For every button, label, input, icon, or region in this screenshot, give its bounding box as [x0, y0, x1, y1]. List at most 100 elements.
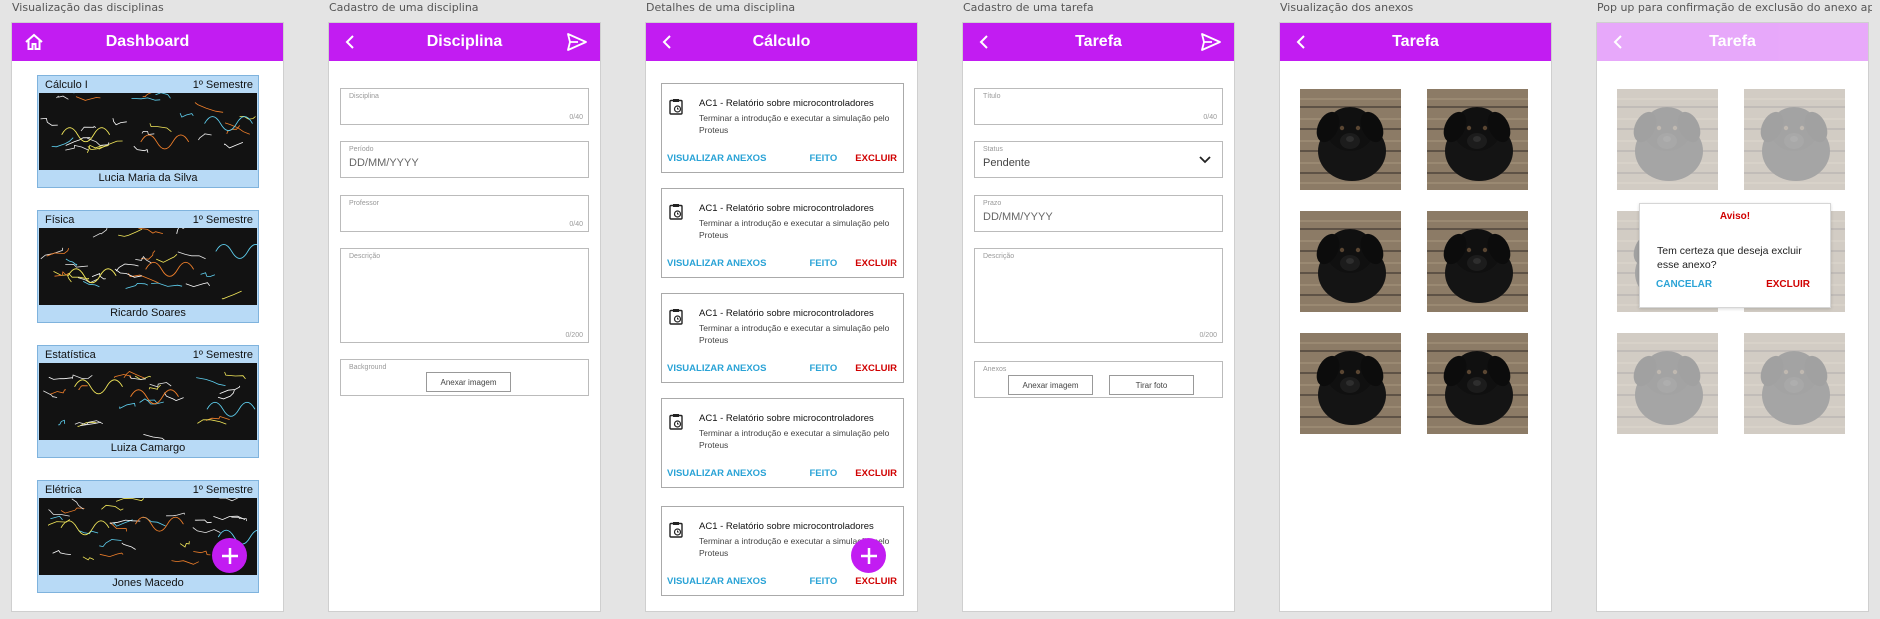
chevron-down-icon: [1199, 156, 1211, 164]
attachment-thumbnail[interactable]: [1427, 333, 1528, 434]
subject-teacher: Luiza Camargo: [110, 442, 186, 454]
plus-icon: [860, 547, 877, 564]
attachment-thumbnail[interactable]: [1300, 211, 1401, 312]
cancel-button[interactable]: CANCELAR: [1656, 279, 1712, 290]
anexos-field: Anexos Anexar imagem Tirar foto: [974, 361, 1223, 398]
mark-done-button[interactable]: FEITO: [809, 576, 837, 587]
attachment-thumbnail[interactable]: [1427, 211, 1528, 312]
date-placeholder: DD/MM/YYYY: [983, 211, 1053, 223]
task-description: Terminar a introdução e executar a simul…: [699, 113, 890, 135]
subject-name: Cálculo I: [45, 78, 88, 91]
send-icon[interactable]: [1200, 32, 1222, 52]
screen-cadastro-disciplina: Disciplina Disciplina 0/40 Período DD/MM…: [328, 22, 601, 612]
subject-semester: 1º Semestre: [192, 348, 253, 361]
disciplina-field[interactable]: Disciplina 0/40: [340, 88, 589, 125]
subject-name: Elétrica: [45, 483, 82, 496]
field-label: Descrição: [983, 253, 1015, 260]
mark-done-button[interactable]: FEITO: [809, 258, 837, 269]
chalk-formulas: [43, 371, 256, 440]
screen-dashboard: Dashboard Cálculo I 1º Semestre Lucia Mar…: [11, 22, 284, 612]
task-card[interactable]: AC1 - Relatório sobre microcontroladores…: [661, 188, 904, 278]
periodo-field[interactable]: Período DD/MM/YYYY: [340, 141, 589, 178]
send-icon[interactable]: [566, 32, 588, 52]
view-attachments-button[interactable]: VISUALIZAR ANEXOS: [667, 576, 809, 587]
prazo-field[interactable]: Prazo DD/MM/YYYY: [974, 195, 1223, 232]
delete-task-button[interactable]: EXCLUIR: [855, 468, 897, 479]
app-bar: Cálculo: [646, 23, 917, 61]
screen-label-cadastro-tarefa: Cadastro de uma tarefa: [963, 1, 1094, 14]
screen-label-anexos: Visualização dos anexos: [1280, 1, 1414, 14]
back-icon[interactable]: [975, 32, 995, 52]
screen-label-disciplinas: Visualização das disciplinas: [12, 1, 164, 14]
back-icon[interactable]: [341, 32, 361, 52]
subject-teacher: Ricardo Soares: [110, 307, 186, 319]
take-photo-button[interactable]: Tirar foto: [1109, 375, 1194, 395]
plus-icon: [221, 547, 238, 564]
screen-label-cadastro-disciplina: Cadastro de uma disciplina: [329, 1, 479, 14]
titulo-field[interactable]: Título 0/40: [974, 88, 1223, 125]
char-counter: 0/40: [569, 221, 583, 228]
back-icon[interactable]: [658, 32, 678, 52]
delete-task-button[interactable]: EXCLUIR: [855, 258, 897, 269]
app-bar: Tarefa: [963, 23, 1234, 61]
task-card[interactable]: AC1 - Relatório sobre microcontroladores…: [661, 398, 904, 488]
subject-semester: 1º Semestre: [192, 78, 253, 91]
delete-task-button[interactable]: EXCLUIR: [855, 153, 897, 164]
chalk-formulas: [40, 93, 256, 153]
home-icon[interactable]: [24, 32, 44, 52]
delete-task-button[interactable]: EXCLUIR: [855, 363, 897, 374]
task-title: AC1 - Relatório sobre microcontroladores: [699, 308, 874, 319]
attachment-thumbnail: [1744, 89, 1845, 190]
attach-image-button[interactable]: Anexar imagem: [1008, 375, 1093, 395]
add-task-button[interactable]: [851, 538, 886, 573]
mark-done-button[interactable]: FEITO: [809, 468, 837, 479]
app-bar: Tarefa: [1280, 23, 1551, 61]
descricao-field[interactable]: Descrição 0/200: [340, 248, 589, 343]
task-clipboard-icon: [669, 414, 683, 430]
date-placeholder: DD/MM/YYYY: [349, 157, 419, 169]
delete-task-button[interactable]: EXCLUIR: [855, 576, 897, 587]
screen-label-detalhes: Detalhes de uma disciplina: [646, 1, 796, 14]
descricao-field[interactable]: Descrição 0/200: [974, 248, 1223, 343]
subject-name: Física: [45, 213, 75, 226]
view-attachments-button[interactable]: VISUALIZAR ANEXOS: [667, 258, 809, 269]
subject-semester: 1º Semestre: [192, 483, 253, 496]
chalkboard-image: [39, 363, 257, 440]
chalkboard-image: [39, 228, 257, 305]
chalk-formulas: [40, 228, 257, 300]
field-label: Status: [983, 146, 1003, 153]
status-select[interactable]: Status Pendente: [974, 141, 1223, 178]
page-title: Disciplina: [426, 33, 503, 50]
subject-card[interactable]: Física 1º Semestre Ricardo Soares: [37, 210, 259, 323]
view-attachments-button[interactable]: VISUALIZAR ANEXOS: [667, 153, 809, 164]
char-counter: 0/40: [1203, 114, 1217, 121]
task-card[interactable]: AC1 - Relatório sobre microcontroladores…: [661, 83, 904, 173]
view-attachments-button[interactable]: VISUALIZAR ANEXOS: [667, 363, 809, 374]
screen-cadastro-tarefa: Tarefa Título 0/40 Status Pendente Prazo…: [962, 22, 1235, 612]
attachment-thumbnail: [1617, 89, 1718, 190]
task-clipboard-icon: [669, 204, 683, 220]
subject-name: Estatística: [45, 348, 96, 361]
app-bar: Dashboard: [12, 23, 283, 61]
subject-card[interactable]: Cálculo I 1º Semestre Lucia Maria da Silv…: [37, 75, 259, 188]
back-icon[interactable]: [1292, 32, 1312, 52]
subject-card[interactable]: Elétrica 1º Semestre Jones Macedo: [37, 480, 259, 593]
attachment-thumbnail[interactable]: [1300, 333, 1401, 434]
attach-image-button[interactable]: Anexar imagem: [426, 372, 511, 392]
mark-done-button[interactable]: FEITO: [809, 363, 837, 374]
chalkboard-image: [39, 93, 257, 170]
mark-done-button[interactable]: FEITO: [809, 153, 837, 164]
professor-field[interactable]: Professor 0/40: [340, 195, 589, 232]
task-description: Terminar a introdução e executar a simul…: [699, 218, 890, 240]
confirm-delete-button[interactable]: EXCLUIR: [1766, 279, 1810, 290]
add-subject-button[interactable]: [212, 538, 247, 573]
background-field: Background Anexar imagem: [340, 359, 589, 396]
page-title: Tarefa: [1075, 33, 1122, 50]
attachment-thumbnail[interactable]: [1300, 89, 1401, 190]
view-attachments-button[interactable]: VISUALIZAR ANEXOS: [667, 468, 809, 479]
attachment-thumbnail[interactable]: [1427, 89, 1528, 190]
char-counter: 0/200: [565, 332, 583, 339]
task-card[interactable]: AC1 - Relatório sobre microcontroladores…: [661, 293, 904, 383]
field-label: Prazo: [983, 200, 1002, 207]
subject-card[interactable]: Estatística 1º Semestre Luiza Camargo: [37, 345, 259, 458]
